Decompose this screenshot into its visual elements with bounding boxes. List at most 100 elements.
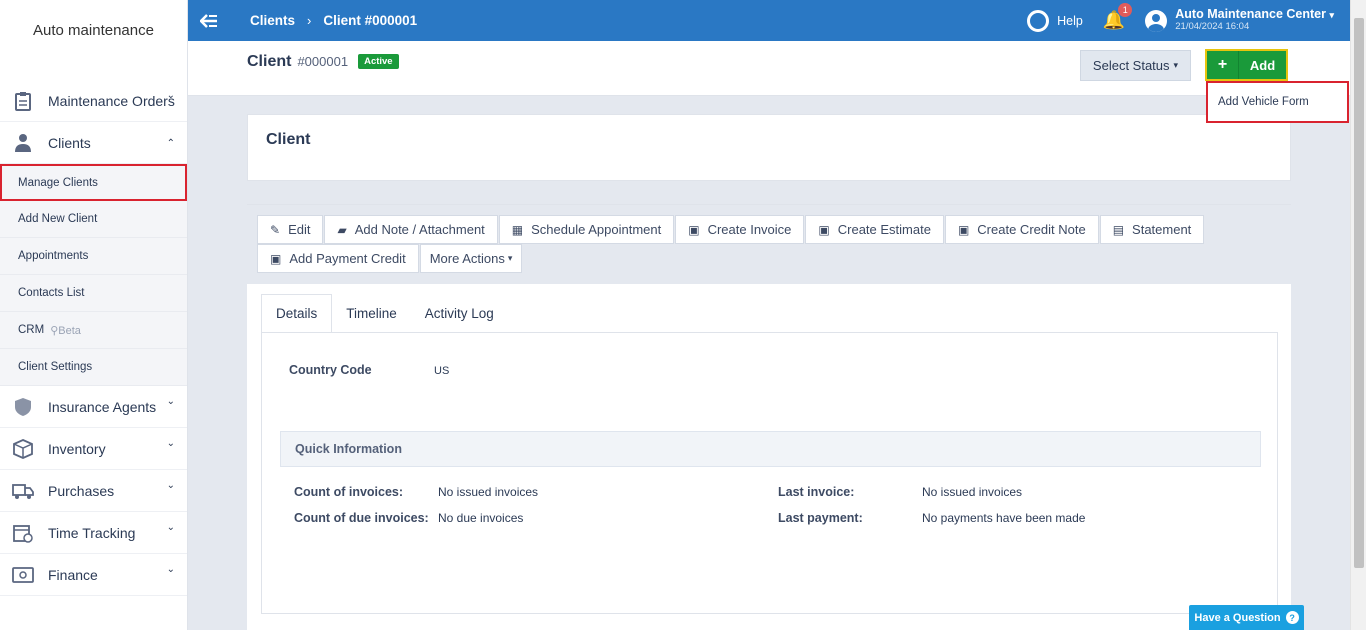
help-label: Help	[1057, 13, 1083, 28]
sidebar-subitem-crm[interactable]: CRM ⚲Beta	[0, 312, 187, 349]
sidebar-item-label: Time Tracking	[48, 524, 136, 541]
tab-activity-log[interactable]: Activity Log	[410, 294, 508, 333]
more-actions-button[interactable]: More Actions ▾	[419, 244, 523, 273]
last-payment-label: Last payment:	[778, 511, 863, 525]
sidebar: Auto maintenance Maintenance Orders ⌄ Cl…	[0, 0, 188, 630]
sidebar-subitem-label: CRM	[18, 324, 45, 336]
user-date: 21/04/2024 16:04	[1175, 21, 1250, 33]
money-icon: ▣	[270, 251, 282, 266]
client-card: Client	[247, 114, 1291, 181]
book-icon: ▰	[337, 222, 347, 237]
button-label: Add Payment Credit	[289, 251, 406, 266]
schedule-appointment-button[interactable]: ▦ Schedule Appointment	[498, 215, 675, 244]
help-button[interactable]: Help	[1027, 9, 1083, 32]
create-estimate-button[interactable]: ▣ Create Estimate	[805, 215, 944, 244]
client-number: #000001	[297, 54, 349, 69]
tab-timeline[interactable]: Timeline	[332, 294, 411, 333]
page-title: Client #000001 Active	[247, 53, 399, 71]
calendar-clock-icon	[12, 522, 34, 544]
actions-row-1: ✎ Edit ▰ Add Note / Attachment ▦ Schedule A…	[257, 215, 1205, 244]
statement-button[interactable]: ▤ Statement	[1099, 215, 1205, 244]
breadcrumb-clients[interactable]: Clients	[250, 13, 295, 28]
money-icon: ▣	[957, 222, 970, 237]
sidebar-subitem-manage-clients[interactable]: Manage Clients	[0, 164, 187, 201]
beta-badge: ⚲Beta	[50, 324, 81, 337]
sidebar-item-insurance-agents[interactable]: Insurance Agents ⌄	[0, 386, 187, 428]
add-vehicle-form-menu-item[interactable]: Add Vehicle Form	[1206, 81, 1349, 123]
sidebar-item-finance[interactable]: Finance ⌄	[0, 554, 187, 596]
chat-label: Have a Question	[1194, 611, 1281, 624]
user-menu[interactable]: Auto Maintenance Center ▾ 21/04/2024 16:…	[1145, 8, 1334, 32]
add-button-label: Add	[1249, 57, 1276, 73]
arrow-left-icon	[200, 13, 217, 28]
count-invoices-label: Count of invoices:	[294, 485, 404, 499]
create-invoice-button[interactable]: ▣ Create Invoice	[675, 215, 805, 244]
add-button[interactable]: + Add	[1205, 49, 1288, 81]
pencil-icon: ✎	[270, 222, 281, 237]
sidebar-item-label: Maintenance Orders	[48, 92, 175, 109]
actions-row-2: ▣ Add Payment Credit More Actions ▾	[257, 244, 523, 273]
chevron-down-icon: ⌄	[166, 438, 175, 449]
have-a-question-button[interactable]: Have a Question ?	[1189, 605, 1304, 630]
add-note-attachment-button[interactable]: ▰ Add Note / Attachment	[324, 215, 498, 244]
sidebar-item-label: Clients	[48, 134, 91, 151]
sidebar-item-time-tracking[interactable]: Time Tracking ⌄	[0, 512, 187, 554]
sidebar-subitem-label: Appointments	[18, 250, 89, 262]
sidebar-subitem-client-settings[interactable]: Client Settings	[0, 349, 187, 386]
user-info: Auto Maintenance Center ▾ 21/04/2024 16:…	[1175, 8, 1334, 33]
sidebar-item-label: Purchases	[48, 482, 115, 499]
sidebar-item-purchases[interactable]: Purchases ⌄	[0, 470, 187, 512]
sidebar-subitem-label: Client Settings	[18, 361, 93, 373]
sidebar-item-clients[interactable]: Clients ⌃	[0, 122, 187, 164]
page-header: Client #000001 Active Select Status ▾ + …	[188, 41, 1350, 96]
sidebar-subitem-label: Add New Client	[18, 213, 98, 225]
page-scrollbar[interactable]	[1350, 0, 1366, 630]
edit-button[interactable]: ✎ Edit	[257, 215, 324, 244]
avatar	[1145, 9, 1168, 32]
add-payment-credit-button[interactable]: ▣ Add Payment Credit	[257, 244, 419, 273]
chevron-down-icon: ⌄	[166, 480, 175, 491]
status-badge: Active	[358, 54, 399, 69]
topbar-right: Help 🔔 1 Auto Maintenance Center ▾ 21/04…	[1027, 0, 1334, 41]
tabs: Details Timeline Activity Log	[261, 294, 508, 333]
chevron-down-icon: ⌄	[166, 522, 175, 533]
select-status-button[interactable]: Select Status ▾	[1080, 50, 1191, 81]
beta-label: Beta	[58, 324, 81, 337]
button-label: Create Credit Note	[977, 222, 1086, 237]
scrollbar-thumb[interactable]	[1354, 18, 1364, 568]
create-credit-note-button[interactable]: ▣ Create Credit Note	[944, 215, 1099, 244]
page-title-text: Client	[247, 53, 292, 70]
tab-content: Country Code US Quick Information Count …	[261, 332, 1278, 614]
chevron-down-icon: ⌄	[166, 90, 175, 101]
banknote-icon	[12, 564, 34, 586]
dropdown-item-label: Add Vehicle Form	[1218, 96, 1309, 108]
sidebar-subitem-contacts-list[interactable]: Contacts List	[0, 275, 187, 312]
notifications-button[interactable]: 🔔 1	[1103, 3, 1133, 31]
sidebar-item-maintenance-orders[interactable]: Maintenance Orders ⌄	[0, 80, 187, 122]
truck-icon	[12, 480, 34, 502]
actions-toolbar: ✎ Edit ▰ Add Note / Attachment ▦ Schedule A…	[247, 204, 1291, 284]
sidebar-subitem-label: Contacts List	[18, 287, 85, 299]
tab-details[interactable]: Details	[261, 294, 333, 333]
sidebar-item-label: Insurance Agents	[48, 398, 157, 415]
button-label: Statement	[1132, 222, 1192, 237]
clipboard-icon	[12, 90, 34, 112]
plus-icon: +	[1207, 51, 1239, 79]
country-code-label: Country Code	[289, 363, 372, 377]
user-tie-icon	[12, 132, 34, 154]
last-invoice-label: Last invoice:	[778, 485, 855, 499]
last-invoice-value: No issued invoices	[922, 485, 1023, 499]
sidebar-item-inventory[interactable]: Inventory ⌄	[0, 428, 187, 470]
count-due-invoices-value: No due invoices	[438, 511, 524, 525]
sidebar-subitem-add-new-client[interactable]: Add New Client	[0, 201, 187, 238]
button-label: Add Note / Attachment	[354, 222, 485, 237]
question-icon: ?	[1285, 611, 1299, 624]
last-payment-value: No payments have been made	[922, 511, 1086, 525]
chevron-down-icon: ⌄	[166, 396, 175, 407]
collapse-sidebar-button[interactable]	[188, 0, 230, 41]
sidebar-subitem-appointments[interactable]: Appointments	[0, 238, 187, 275]
breadcrumb-separator: ›	[307, 13, 312, 28]
select-status-label: Select Status	[1092, 58, 1170, 73]
sidebar-subitem-label: Manage Clients	[18, 176, 98, 189]
chevron-down-icon: ⌄	[166, 564, 175, 575]
